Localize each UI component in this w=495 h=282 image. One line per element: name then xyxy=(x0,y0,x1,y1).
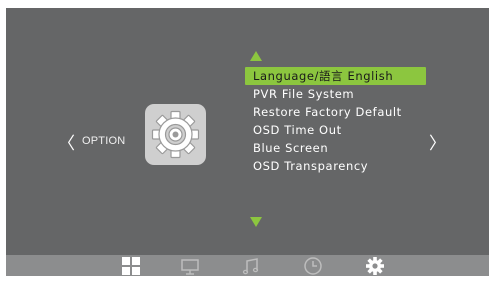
monitor-icon xyxy=(181,259,199,275)
music-note-icon xyxy=(242,258,259,275)
gear-icon xyxy=(151,110,200,159)
tab-screen[interactable] xyxy=(180,256,200,276)
menu-item-osd-time-out[interactable]: OSD Time Out xyxy=(245,121,426,139)
tab-sound[interactable] xyxy=(241,256,261,276)
menu-item-restore-factory-default[interactable]: Restore Factory Default xyxy=(245,103,426,121)
triangle-up-icon[interactable] xyxy=(250,51,262,61)
gear-icon xyxy=(366,257,384,275)
grid-icon xyxy=(122,257,140,275)
menu-item-language[interactable]: Language/語言 English xyxy=(245,67,426,85)
menu-tab-bar xyxy=(6,255,489,276)
section-title: OPTION xyxy=(82,135,126,147)
option-section-tile xyxy=(145,104,206,165)
option-menu-list: Language/語言 English PVR File System Rest… xyxy=(245,67,426,175)
tab-time[interactable] xyxy=(303,256,323,276)
triangle-down-icon[interactable] xyxy=(250,217,262,227)
menu-item-pvr-file-system[interactable]: PVR File System xyxy=(245,85,426,103)
menu-item-osd-transparency[interactable]: OSD Transparency xyxy=(245,157,426,175)
next-page-arrow[interactable]: 〉 xyxy=(429,136,446,153)
osd-menu-screen: 〈 OPTION Language/語言 English PVR File Sy… xyxy=(6,8,489,276)
tab-picture[interactable] xyxy=(121,256,141,276)
menu-item-blue-screen[interactable]: Blue Screen xyxy=(245,139,426,157)
tab-option[interactable] xyxy=(365,256,385,276)
clock-icon xyxy=(304,257,322,275)
previous-page-arrow[interactable]: 〈 xyxy=(58,136,75,153)
